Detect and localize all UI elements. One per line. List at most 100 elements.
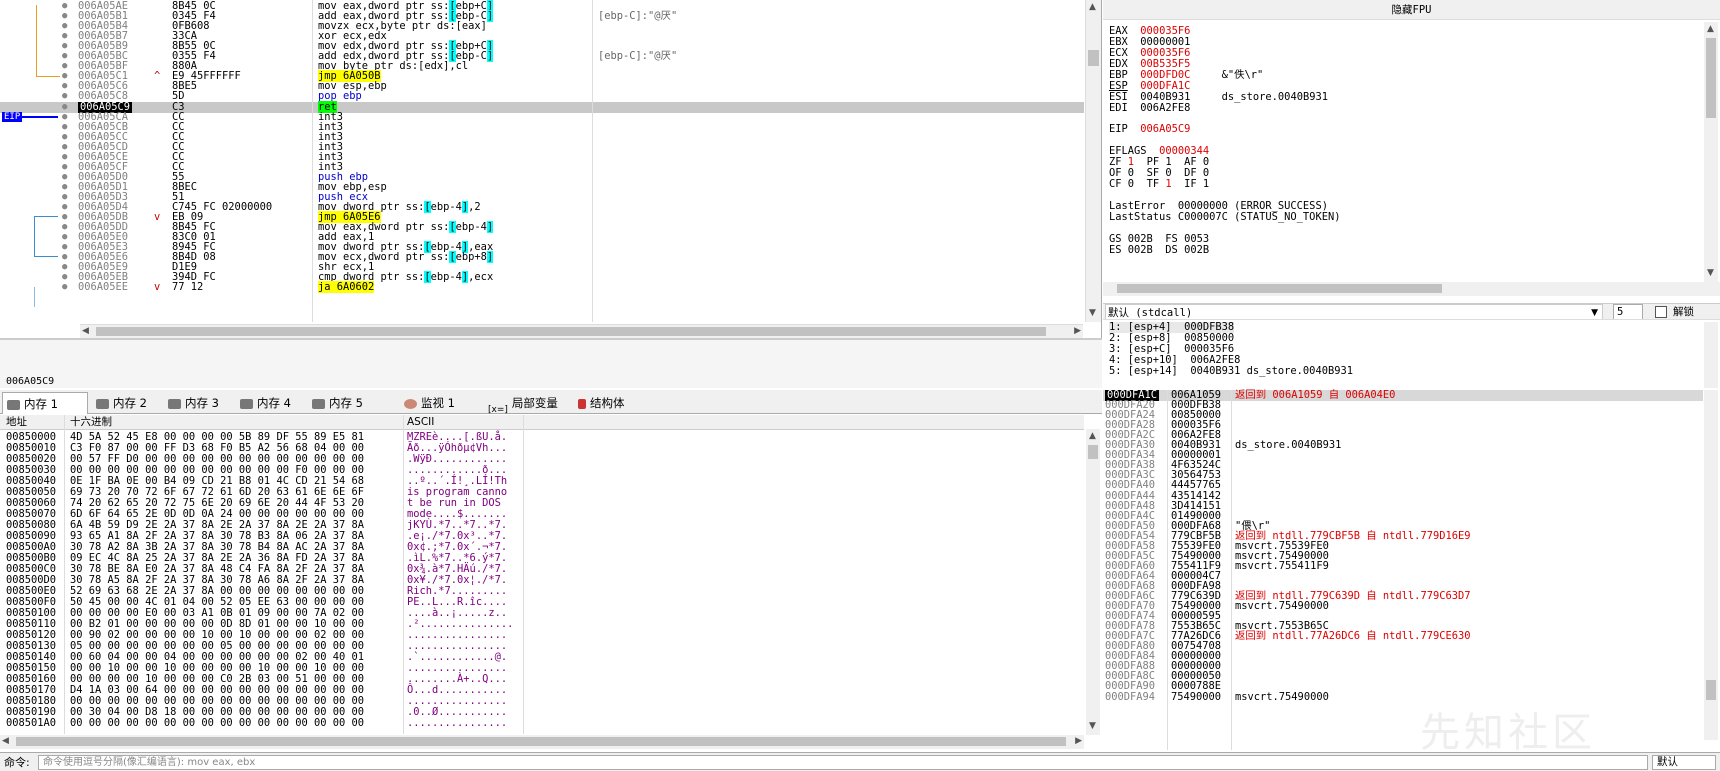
scroll-thumb[interactable] (1706, 38, 1716, 118)
tab-watch-1[interactable]: 监视 1 (400, 392, 480, 414)
register-line: CF 0 TF 1 IF 1 (1109, 179, 1222, 190)
registers-pane[interactable]: 隐藏FPU EAX 000035F6 EBX 00000001 ECX 0000… (1103, 0, 1720, 303)
register-value[interactable]: 006A2FE8 (1140, 102, 1190, 114)
jump-line (36, 5, 37, 77)
stack-vertical-scrollbar[interactable] (1704, 390, 1718, 740)
stack-address: 000DFA94 (1105, 690, 1156, 703)
scroll-thumb[interactable] (1706, 680, 1716, 700)
scroll-right-icon[interactable]: ▶ (1074, 326, 1081, 336)
arg-count-spinner[interactable]: 5 (1613, 304, 1643, 320)
tab-memory-3[interactable]: 内存 3 (164, 392, 232, 414)
hide-fpu-button[interactable]: 隐藏FPU (1103, 0, 1720, 20)
jump-line (34, 287, 35, 307)
stack-pane[interactable]: 000DFA1C 006A1059 返回到 006A1059 自 006A04E0 0… (1103, 390, 1720, 750)
tab-locals[interactable]: [x=] 局部变量 (484, 392, 570, 415)
arguments-pane: 1: [esp+4] 000DFB38 2: [esp+8] 00850000 3:… (1103, 319, 1720, 389)
locals-icon: [x=] (488, 404, 508, 415)
jump-line (34, 256, 58, 257)
memory-icon (312, 398, 325, 409)
unlock-label: 解锁 (1673, 306, 1694, 318)
register-line: LastStatus C000007C (STATUS_NO_TOKEN) (1109, 212, 1340, 223)
dump-header: 地址 十六进制 ASCII (0, 415, 1084, 430)
tab-label: 局部变量 (511, 396, 558, 410)
scroll-left-icon[interactable]: ◀ (2, 736, 9, 746)
calling-convention-select[interactable]: 默认 (stdcall) ▼ (1105, 304, 1603, 320)
disasm-vertical-scrollbar[interactable]: ▲ ▼ (1085, 0, 1101, 322)
disasm-horizontal-scrollbar[interactable]: ◀ ▶ (80, 324, 1083, 338)
stack-value[interactable]: 75490000 (1171, 691, 1221, 703)
register-line: EIP 006A05C9 (1109, 124, 1190, 135)
scroll-up-icon[interactable]: ▲ (1707, 24, 1714, 34)
disasm-row[interactable]: ● 006A05EE v 77 12 ja 6A0602 (0, 281, 1084, 294)
dump-hex[interactable]: 00 00 00 00 00 00 00 00 00 00 00 00 00 0… (70, 718, 364, 729)
struct-icon (578, 398, 586, 409)
memory-icon (168, 398, 181, 409)
watch-icon (404, 398, 417, 409)
stack-row[interactable]: 000DFA94 75490000 msvcrt.75490000 (1103, 690, 1703, 703)
jump-line (36, 76, 60, 77)
scroll-up-icon[interactable]: ▲ (1089, 431, 1096, 441)
memory-dump-pane[interactable]: 地址 十六进制 ASCII 00850000 4D 5A 52 45 E8 00 … (0, 415, 1102, 750)
tab-label: 内存 5 (329, 396, 363, 410)
register-name: EDI (1109, 102, 1128, 114)
registers-vertical-scrollbar[interactable]: ▲ ▼ (1704, 22, 1718, 282)
dump-ascii[interactable]: ................ (407, 718, 507, 729)
tab-memory-4[interactable]: 内存 4 (236, 392, 304, 414)
flag-name: IF (1184, 178, 1197, 190)
dump-address: 008501A0 (6, 717, 57, 729)
unlock-checkbox[interactable] (1655, 306, 1667, 318)
scroll-left-icon[interactable]: ◀ (82, 326, 89, 336)
scroll-down-icon[interactable]: ▼ (1089, 308, 1096, 318)
column-header-hex[interactable]: 十六进制 (70, 415, 112, 430)
tab-memory-2[interactable]: 内存 2 (92, 392, 160, 414)
scroll-down-icon[interactable]: ▼ (1707, 268, 1714, 278)
flag-value[interactable]: 0 (1128, 178, 1134, 190)
tab-label: 内存 2 (113, 396, 147, 410)
column-header-address[interactable]: 地址 (6, 415, 27, 430)
flag-value[interactable]: 1 (1203, 178, 1209, 190)
column-divider (592, 0, 593, 322)
register-line: ES 002B DS 002B (1109, 245, 1209, 256)
watermark: 先知社区 (1420, 710, 1596, 756)
breakpoint-dot-icon[interactable]: ● (62, 282, 67, 293)
register-value[interactable]: 006A05C9 (1140, 123, 1190, 135)
args-vertical-scrollbar[interactable] (1704, 322, 1718, 388)
dump-row[interactable]: 008501A0 00 00 00 00 00 00 00 00 00 00 00… (0, 718, 1084, 729)
disasm-bytes: 77 12 (172, 281, 204, 294)
command-label: 命令: (4, 756, 30, 769)
flag-value[interactable]: 1 (1165, 178, 1171, 190)
disassembly-pane[interactable]: ● 006A05AE 8B45 0C mov eax,dword ptr ss:[eb… (0, 0, 1102, 338)
column-divider (1231, 390, 1232, 750)
register-annotation: ds_store.0040B931 (1221, 91, 1328, 103)
flag-name: TF (1146, 178, 1160, 190)
scroll-thumb[interactable] (16, 737, 1066, 746)
dump-vertical-scrollbar[interactable]: ▲ ▼ (1086, 429, 1100, 735)
argument-line[interactable]: 5: [esp+14] 0040B931 ds_store.0040B931 (1109, 366, 1353, 377)
column-header-ascii[interactable]: ASCII (407, 415, 434, 430)
command-input[interactable]: 命令使用逗号分隔(像汇编语言): mov eax, ebx (38, 755, 1648, 770)
tab-label: 内存 1 (24, 397, 58, 411)
registers-horizontal-scrollbar[interactable] (1103, 282, 1720, 296)
scroll-right-icon[interactable]: ▶ (1075, 736, 1082, 746)
tab-struct[interactable]: 结构体 (574, 392, 644, 414)
tab-memory-5[interactable]: 内存 5 (308, 392, 376, 414)
flag-name: CF (1109, 178, 1122, 190)
scroll-down-icon[interactable]: ▼ (1089, 721, 1096, 731)
scroll-thumb[interactable] (1117, 284, 1442, 293)
memory-icon (7, 399, 20, 410)
jump-line (34, 216, 58, 217)
info-pane: 006A05C9 (0, 338, 1102, 388)
tab-memory-1[interactable]: 内存 1 (2, 392, 88, 414)
scroll-thumb[interactable] (1088, 50, 1099, 66)
dump-horizontal-scrollbar[interactable]: ◀ ▶ (0, 735, 1084, 749)
last-status: LastStatus C000007C (STATUS_NO_TOKEN) (1109, 211, 1341, 223)
segment-registers: ES 002B DS 002B (1109, 244, 1210, 256)
scroll-thumb[interactable] (1088, 445, 1098, 459)
scroll-thumb[interactable] (96, 327, 1046, 336)
disasm-address: 006A05EE (78, 281, 129, 294)
info-address: 006A05C9 (6, 376, 55, 387)
tab-label: 内存 3 (185, 396, 219, 410)
stack-comment: msvcrt.75490000 (1235, 690, 1329, 703)
scroll-up-icon[interactable]: ▲ (1089, 2, 1096, 12)
command-mode-select[interactable]: 默认 (1652, 755, 1716, 770)
